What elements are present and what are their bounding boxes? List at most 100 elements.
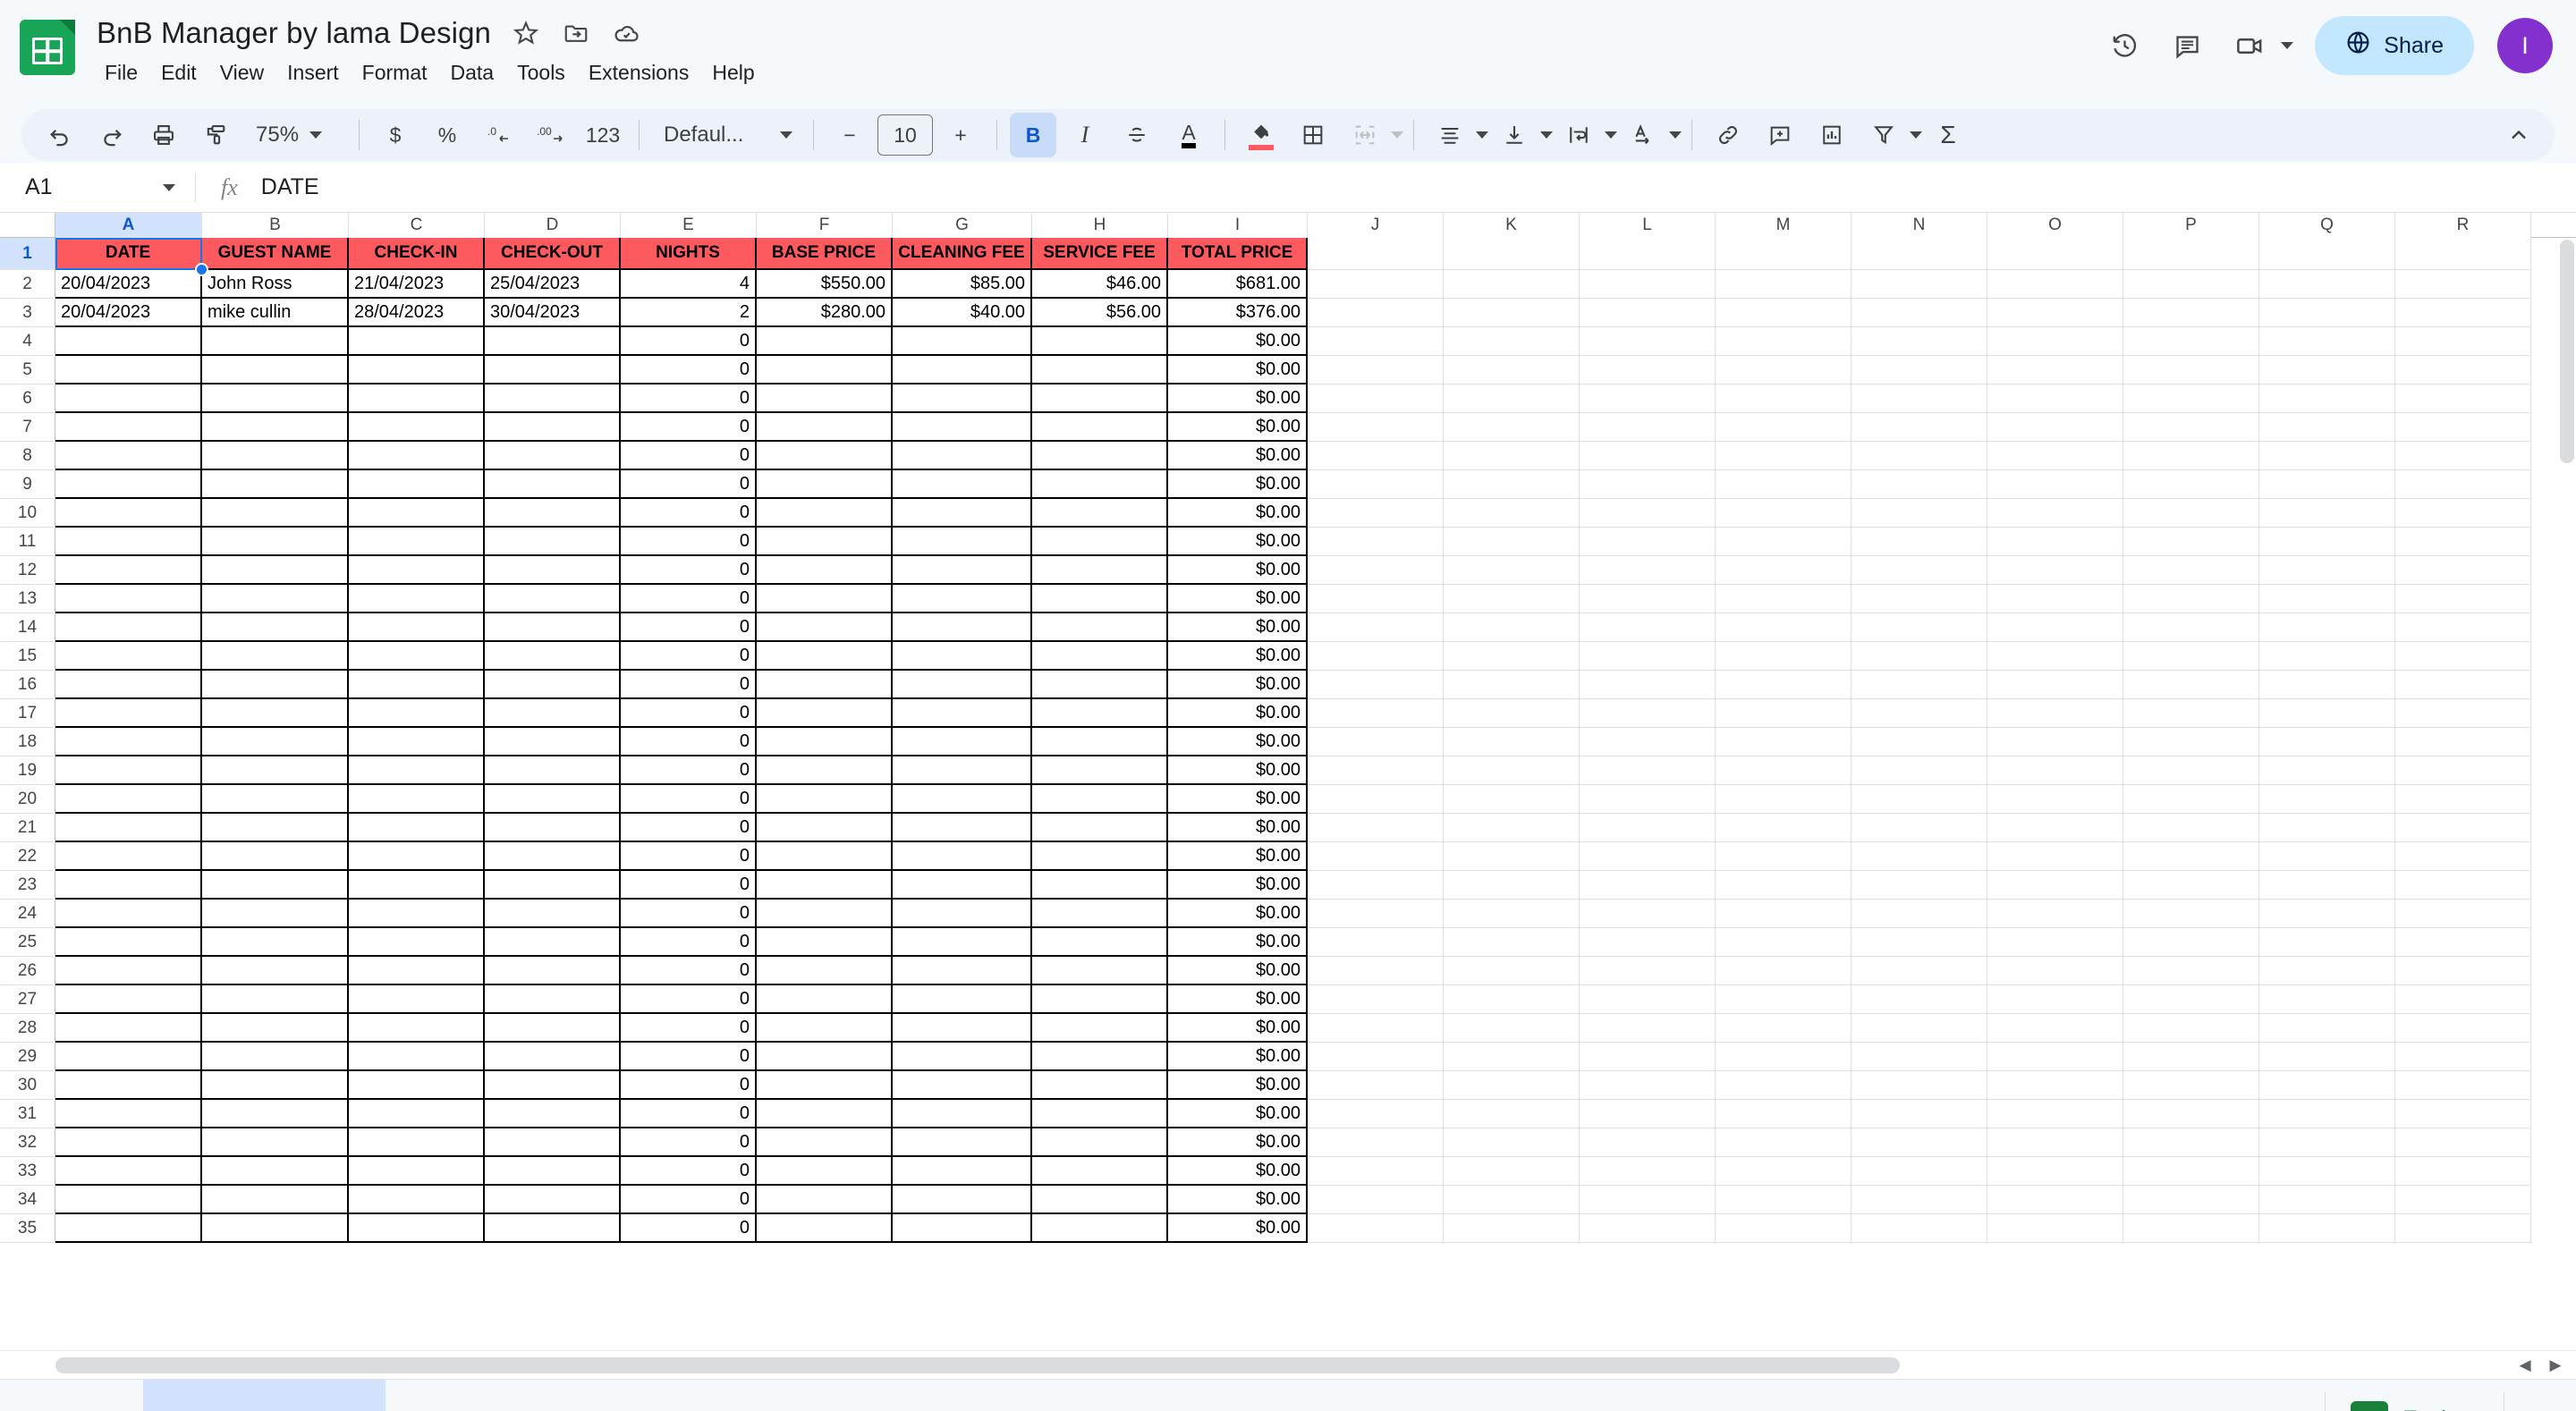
cell-P9[interactable] bbox=[2123, 470, 2259, 499]
cell-Q20[interactable] bbox=[2259, 785, 2395, 814]
undo-button[interactable] bbox=[37, 113, 83, 157]
cell-P5[interactable] bbox=[2123, 356, 2259, 384]
cell-K13[interactable] bbox=[1444, 585, 1580, 613]
cell-H7[interactable] bbox=[1032, 413, 1168, 442]
cell-D21[interactable] bbox=[485, 814, 621, 842]
cell-I30[interactable]: $0.00 bbox=[1168, 1071, 1308, 1100]
cell-C32[interactable] bbox=[349, 1128, 485, 1157]
cell-E5[interactable]: 0 bbox=[621, 356, 757, 384]
cell-C8[interactable] bbox=[349, 442, 485, 470]
cell-N32[interactable] bbox=[1852, 1128, 1987, 1157]
cell-L1[interactable] bbox=[1580, 238, 1716, 270]
cell-Q11[interactable] bbox=[2259, 528, 2395, 556]
cell-M3[interactable] bbox=[1716, 299, 1852, 327]
cell-R17[interactable] bbox=[2395, 699, 2531, 728]
cell-L21[interactable] bbox=[1580, 814, 1716, 842]
cell-K17[interactable] bbox=[1444, 699, 1580, 728]
menu-edit[interactable]: Edit bbox=[149, 58, 208, 88]
cell-I11[interactable]: $0.00 bbox=[1168, 528, 1308, 556]
cell-P15[interactable] bbox=[2123, 642, 2259, 671]
cell-A23[interactable] bbox=[55, 871, 202, 900]
cell-K4[interactable] bbox=[1444, 327, 1580, 356]
cell-P17[interactable] bbox=[2123, 699, 2259, 728]
cell-L10[interactable] bbox=[1580, 499, 1716, 528]
cell-C5[interactable] bbox=[349, 356, 485, 384]
text-wrapping-button[interactable] bbox=[1555, 113, 1602, 157]
cell-C29[interactable] bbox=[349, 1043, 485, 1071]
cell-J13[interactable] bbox=[1308, 585, 1444, 613]
row-header-17[interactable]: 17 bbox=[0, 699, 55, 728]
cell-H31[interactable] bbox=[1032, 1100, 1168, 1128]
cell-J28[interactable] bbox=[1308, 1014, 1444, 1043]
cell-K28[interactable] bbox=[1444, 1014, 1580, 1043]
cell-I5[interactable]: $0.00 bbox=[1168, 356, 1308, 384]
cell-J21[interactable] bbox=[1308, 814, 1444, 842]
cell-O3[interactable] bbox=[1987, 299, 2123, 327]
cell-K14[interactable] bbox=[1444, 613, 1580, 642]
cell-N9[interactable] bbox=[1852, 470, 1987, 499]
cell-F4[interactable] bbox=[757, 327, 893, 356]
row-header-4[interactable]: 4 bbox=[0, 327, 55, 356]
cell-M33[interactable] bbox=[1716, 1157, 1852, 1186]
cell-N6[interactable] bbox=[1852, 384, 1987, 413]
cell-O29[interactable] bbox=[1987, 1043, 2123, 1071]
cell-D19[interactable] bbox=[485, 756, 621, 785]
cell-E2[interactable]: 4 bbox=[621, 270, 757, 299]
horizontal-scrollbar[interactable] bbox=[55, 1357, 2433, 1373]
cell-D18[interactable] bbox=[485, 728, 621, 756]
cell-D13[interactable] bbox=[485, 585, 621, 613]
print-button[interactable] bbox=[140, 113, 187, 157]
cell-Q34[interactable] bbox=[2259, 1186, 2395, 1214]
cell-G34[interactable] bbox=[893, 1186, 1032, 1214]
cell-F16[interactable] bbox=[757, 671, 893, 699]
cell-G15[interactable] bbox=[893, 642, 1032, 671]
cell-G12[interactable] bbox=[893, 556, 1032, 585]
cell-R34[interactable] bbox=[2395, 1186, 2531, 1214]
cell-J27[interactable] bbox=[1308, 985, 1444, 1014]
cell-A9[interactable] bbox=[55, 470, 202, 499]
cell-Q4[interactable] bbox=[2259, 327, 2395, 356]
cell-N12[interactable] bbox=[1852, 556, 1987, 585]
cell-J5[interactable] bbox=[1308, 356, 1444, 384]
more-formats-button[interactable]: 123 bbox=[580, 113, 626, 157]
cell-N21[interactable] bbox=[1852, 814, 1987, 842]
cell-L17[interactable] bbox=[1580, 699, 1716, 728]
cell-L3[interactable] bbox=[1580, 299, 1716, 327]
sheet-tab-reservations[interactable]: RESERVATIONS bbox=[143, 1380, 386, 1411]
cell-M20[interactable] bbox=[1716, 785, 1852, 814]
cell-O32[interactable] bbox=[1987, 1128, 2123, 1157]
cell-R11[interactable] bbox=[2395, 528, 2531, 556]
cell-N30[interactable] bbox=[1852, 1071, 1987, 1100]
cell-E12[interactable]: 0 bbox=[621, 556, 757, 585]
cell-R28[interactable] bbox=[2395, 1014, 2531, 1043]
font-family-select[interactable]: Defaul... bbox=[649, 113, 803, 157]
cell-Q10[interactable] bbox=[2259, 499, 2395, 528]
row-header-26[interactable]: 26 bbox=[0, 957, 55, 985]
cell-G28[interactable] bbox=[893, 1014, 1032, 1043]
merge-cells-button[interactable] bbox=[1342, 113, 1388, 157]
cell-F30[interactable] bbox=[757, 1071, 893, 1100]
cell-M23[interactable] bbox=[1716, 871, 1852, 900]
cell-D28[interactable] bbox=[485, 1014, 621, 1043]
cell-E14[interactable]: 0 bbox=[621, 613, 757, 642]
cell-M22[interactable] bbox=[1716, 842, 1852, 871]
cell-P23[interactable] bbox=[2123, 871, 2259, 900]
cell-A21[interactable] bbox=[55, 814, 202, 842]
cell-F29[interactable] bbox=[757, 1043, 893, 1071]
cell-C26[interactable] bbox=[349, 957, 485, 985]
cell-N13[interactable] bbox=[1852, 585, 1987, 613]
cell-R32[interactable] bbox=[2395, 1128, 2531, 1157]
cell-M18[interactable] bbox=[1716, 728, 1852, 756]
cell-P32[interactable] bbox=[2123, 1128, 2259, 1157]
cell-I23[interactable]: $0.00 bbox=[1168, 871, 1308, 900]
cell-H18[interactable] bbox=[1032, 728, 1168, 756]
row-header-1[interactable]: 1 bbox=[0, 238, 55, 270]
cell-R3[interactable] bbox=[2395, 299, 2531, 327]
cell-F17[interactable] bbox=[757, 699, 893, 728]
cell-N24[interactable] bbox=[1852, 900, 1987, 928]
cell-L31[interactable] bbox=[1580, 1100, 1716, 1128]
cell-J17[interactable] bbox=[1308, 699, 1444, 728]
cell-P20[interactable] bbox=[2123, 785, 2259, 814]
cell-H32[interactable] bbox=[1032, 1128, 1168, 1157]
cell-N7[interactable] bbox=[1852, 413, 1987, 442]
